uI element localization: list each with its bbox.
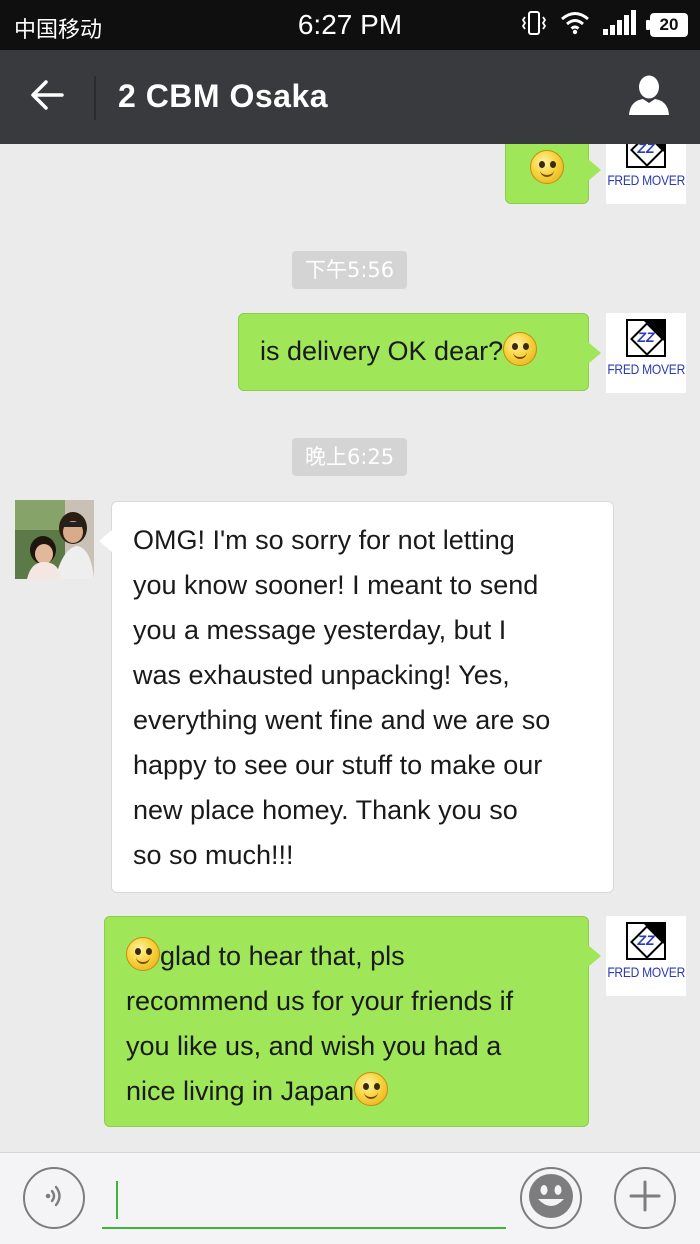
avatar-logo-text: FRED MOVER — [607, 172, 685, 188]
message-outgoing[interactable]: glad to hear that, pls recommend us for … — [104, 916, 601, 1127]
avatar[interactable] — [15, 500, 94, 579]
plus-icon — [627, 1178, 663, 1219]
smiley-emoji-icon — [530, 150, 564, 184]
message-line: was exhausted unpacking! Yes, — [133, 660, 510, 690]
fred-mover-logo: ZZ — [626, 922, 666, 960]
back-arrow-icon — [29, 79, 65, 116]
voice-button[interactable] — [23, 1167, 85, 1229]
chat-area[interactable]: ZZ FRED MOVER 下午5:56 is delivery OK dear… — [0, 144, 700, 1152]
avatar[interactable]: ZZ FRED MOVER — [606, 144, 686, 204]
message-line: glad to hear that, pls — [160, 941, 405, 971]
message-incoming[interactable]: OMG! I'm so sorry for not letting you kn… — [99, 501, 614, 893]
contact-photo — [15, 500, 94, 579]
message-input[interactable] — [102, 1173, 506, 1229]
message-line: you know sooner! I meant to send — [133, 570, 539, 600]
title-divider — [94, 76, 96, 120]
message-line: OMG! I'm so sorry for not letting — [133, 525, 515, 555]
vibrate-icon — [520, 9, 548, 42]
message-line: so so much!!! — [133, 840, 294, 870]
avatar-logo-text: FRED MOVER — [607, 964, 685, 980]
fred-mover-logo: ZZ — [626, 319, 666, 357]
chat-info-button[interactable] — [624, 72, 674, 122]
status-bar: 中国移动 6:27 PM 20 — [0, 0, 700, 50]
message-line: everything went fine and we are so — [133, 705, 551, 735]
add-button[interactable] — [614, 1167, 676, 1229]
title-bar: 2 CBM Osaka — [0, 50, 700, 144]
emoji-button[interactable] — [520, 1167, 582, 1229]
avatar-logo-text: FRED MOVER — [607, 361, 685, 377]
message-line: nice living in Japan — [126, 1076, 355, 1106]
message-line: you like us, and wish you had a — [126, 1031, 502, 1061]
back-button[interactable] — [22, 72, 72, 122]
message-line: new place homey. Thank you so — [133, 795, 518, 825]
signal-icon — [602, 9, 638, 41]
text-caret — [116, 1181, 118, 1219]
voice-icon — [39, 1181, 69, 1216]
battery-icon: 20 — [646, 13, 688, 37]
avatar[interactable]: ZZ FRED MOVER — [606, 313, 686, 393]
message-line: recommend us for your friends if — [126, 986, 514, 1016]
message-line: you a message yesterday, but I — [133, 615, 507, 645]
message-timestamp: 下午5:56 — [292, 251, 408, 289]
message-text: is delivery OK dear? — [260, 336, 504, 366]
wifi-icon — [560, 11, 590, 40]
fred-mover-logo: ZZ — [626, 144, 666, 168]
message-timestamp: 晚上6:25 — [292, 438, 408, 476]
smiley-emoji-icon — [126, 937, 160, 971]
emoji-icon — [526, 1171, 576, 1226]
message-outgoing[interactable]: is delivery OK dear? — [238, 313, 601, 391]
person-icon — [627, 74, 671, 121]
avatar[interactable]: ZZ FRED MOVER — [606, 916, 686, 996]
message-line: happy to see our stuff to make our — [133, 750, 543, 780]
input-bar — [0, 1152, 700, 1244]
smiley-emoji-icon — [503, 332, 538, 366]
smiley-emoji-icon — [354, 1072, 389, 1106]
status-icons: 20 — [520, 9, 688, 41]
message-outgoing[interactable] — [505, 144, 601, 204]
chat-title: 2 CBM Osaka — [118, 78, 329, 114]
